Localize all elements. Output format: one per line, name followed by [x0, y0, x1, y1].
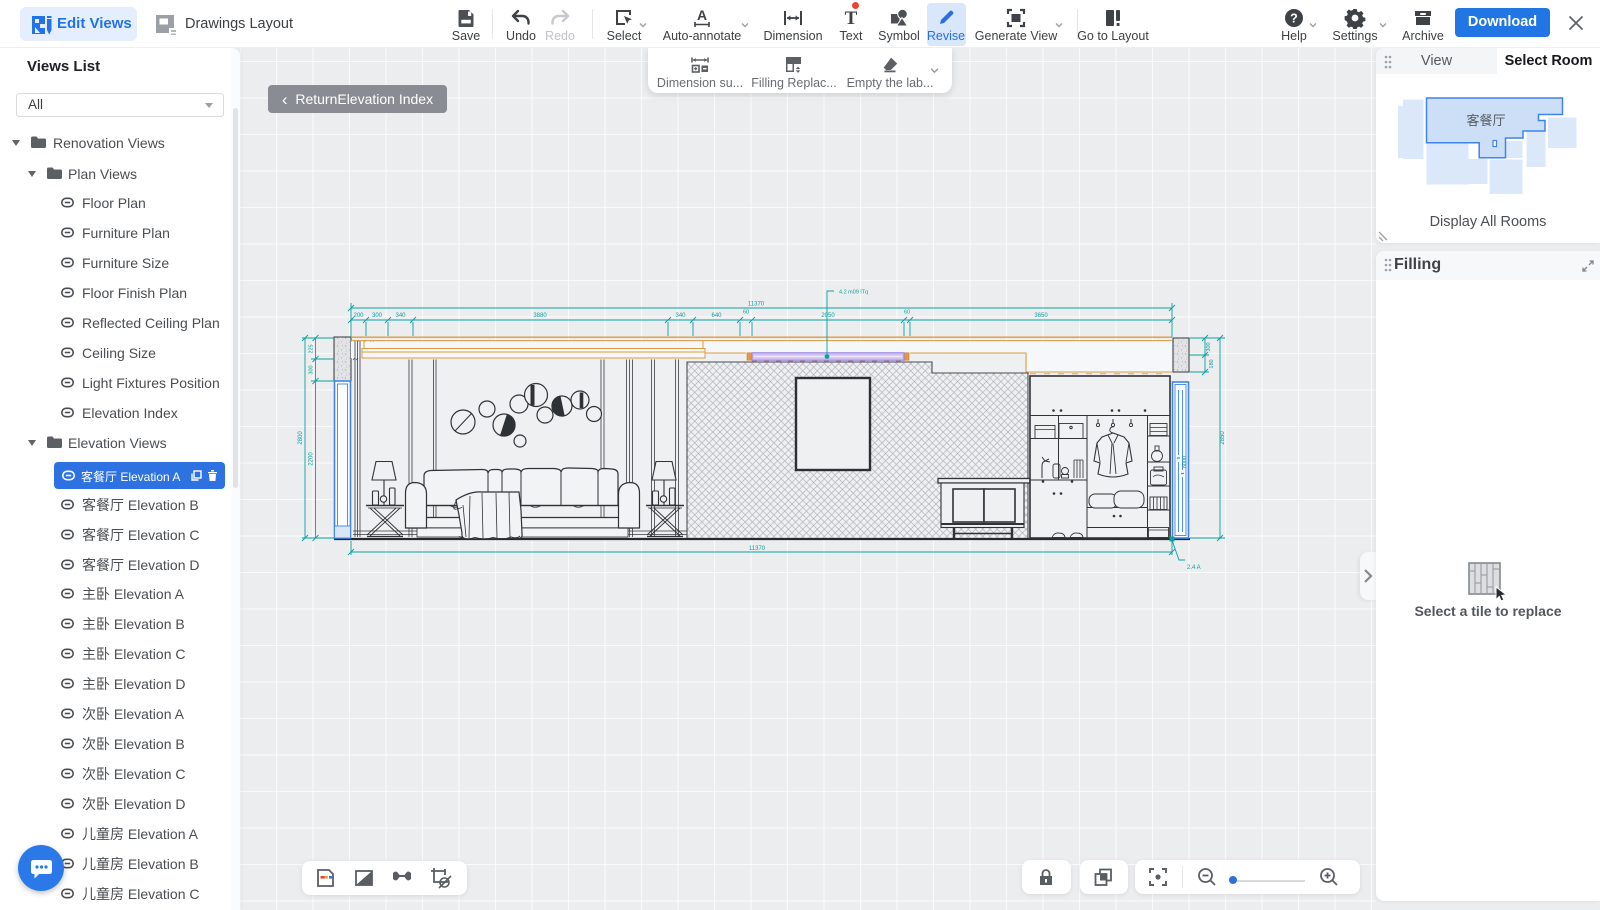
svg-text:?: ? [1290, 12, 1298, 26]
svg-text:T: T [845, 8, 858, 29]
svg-text:A: A [697, 7, 707, 23]
svg-text:客餐厅: 客餐厅 [1466, 113, 1505, 128]
